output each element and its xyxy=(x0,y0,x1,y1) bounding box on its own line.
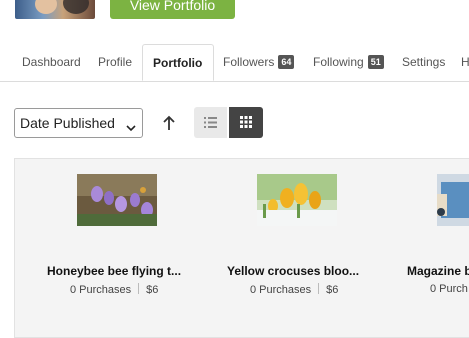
item-price: $6 xyxy=(146,284,159,296)
list-view-button[interactable] xyxy=(194,107,227,138)
arrow-up-icon xyxy=(163,115,175,130)
tab-label: Profile xyxy=(98,55,133,69)
followers-count-badge: 64 xyxy=(278,55,295,69)
grid-view-button[interactable] xyxy=(229,107,263,138)
item-title[interactable]: Honeybee bee flying t... xyxy=(47,264,181,278)
item-title[interactable]: Yellow crocuses bloo... xyxy=(227,264,359,278)
tab-label: Dashboard xyxy=(22,55,81,69)
item-meta: 0 Purchases $6 xyxy=(70,283,158,296)
purchases-count: 0 Purch xyxy=(430,283,468,295)
tab-label: Followers xyxy=(223,55,275,69)
purchases-count: 0 Purchases xyxy=(250,284,312,296)
tab-profile[interactable]: Profile xyxy=(98,44,132,81)
item-thumbnail[interactable] xyxy=(257,174,337,226)
tab-dashboard[interactable]: Dashboard xyxy=(22,44,81,81)
tab-more[interactable]: H xyxy=(461,44,469,81)
profile-tabs: Dashboard Profile Portfolio Followers 64 … xyxy=(0,44,469,82)
item-title[interactable]: Magazine b xyxy=(407,264,469,278)
tab-portfolio[interactable]: Portfolio xyxy=(142,44,214,81)
grid-icon xyxy=(240,116,252,128)
item-price: $6 xyxy=(326,284,339,296)
item-meta: 0 Purchases $6 xyxy=(250,283,338,296)
tab-label: Portfolio xyxy=(153,56,203,70)
following-count-badge: 51 xyxy=(367,55,384,69)
tab-settings[interactable]: Settings xyxy=(402,44,445,81)
sort-select-value: Date Published xyxy=(20,115,115,131)
avatar[interactable] xyxy=(15,0,95,19)
tab-followers[interactable]: Followers 64 xyxy=(223,44,295,81)
tab-label: Following xyxy=(313,55,364,69)
sort-direction-button[interactable] xyxy=(157,111,181,135)
sort-select[interactable]: Date Published xyxy=(14,108,143,138)
purchases-count: 0 Purchases xyxy=(70,284,132,296)
tab-following[interactable]: Following 51 xyxy=(313,44,384,81)
chevron-down-icon xyxy=(126,116,136,144)
tab-label: Settings xyxy=(402,55,446,69)
item-meta: 0 Purch xyxy=(430,283,468,295)
item-thumbnail[interactable] xyxy=(77,174,157,226)
list-icon xyxy=(204,117,217,128)
item-thumbnail[interactable] xyxy=(437,174,469,226)
view-portfolio-button[interactable]: View Portfolio xyxy=(110,0,235,19)
tab-label: H xyxy=(461,55,469,69)
